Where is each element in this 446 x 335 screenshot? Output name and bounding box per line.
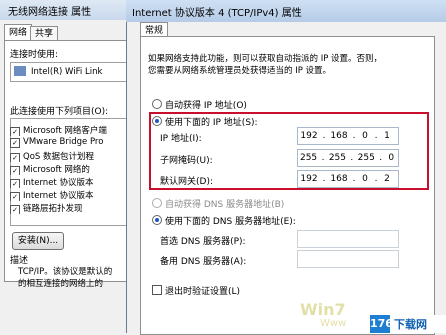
preferred-dns-label: 首选 DNS 服务器(P): [160, 237, 246, 247]
manual-dns-option[interactable]: 使用下面的 DNS 服务器地址(E): [152, 214, 296, 227]
checkbox[interactable]: ✓ [10, 153, 20, 162]
list-item[interactable]: ✓ Microsoft 网络的 [10, 163, 132, 175]
validate-option[interactable]: 退出时验证设置(L) [152, 284, 240, 297]
checkbox[interactable] [152, 285, 162, 295]
item-label: Microsoft 网络客户端 [23, 126, 107, 136]
validate-label: 退出时验证设置(L) [165, 287, 241, 297]
checkbox[interactable]: ✓ [10, 138, 20, 148]
checkbox[interactable]: ✓ [10, 166, 20, 175]
list-item[interactable]: ✓ Internet 协议版本 [10, 189, 132, 201]
ipv4-dialog-title: Internet 协议版本 4 (TCP/IPv4) 属性 [132, 8, 302, 19]
list-item[interactable]: ✓ Microsoft 网络客户端 [10, 124, 132, 136]
radio-button-selected[interactable] [152, 215, 162, 225]
checkbox[interactable]: ✓ [10, 179, 20, 188]
site-logo-text: 下载网 [394, 318, 427, 331]
back-dialog-title: 无线网络连接 属性 [8, 7, 92, 18]
adapter-box: Intel(R) WiFi Link [10, 62, 130, 82]
item-label: Internet 协议版本 [23, 178, 94, 188]
item-label: VMware Bridge Pro [23, 137, 104, 147]
connect-using-label: 连接时使用: [10, 50, 59, 60]
list-item[interactable]: ✓ Internet 协议版本 [10, 176, 132, 188]
tab-sharing[interactable]: 共享 [30, 26, 59, 41]
checkbox[interactable]: ✓ [10, 205, 20, 214]
auto-dns-option[interactable]: 自动获得 DNS 服务器地址(B) [152, 197, 284, 210]
watermark-logo-small: Www [320, 318, 347, 329]
item-label: Microsoft 网络的 [23, 165, 90, 175]
item-label: 链路层拓扑发现 [23, 204, 83, 214]
list-item[interactable]: ✓ QoS 数据包计划程 [10, 150, 132, 162]
description-text-2: 的相互连接的网络上的 [18, 279, 104, 289]
item-label: Internet 协议版本 [23, 191, 94, 201]
auto-dns-label: 自动获得 DNS 服务器地址(B) [165, 200, 285, 210]
watermark-logo: Win7 [300, 300, 346, 319]
checkbox[interactable]: ✓ [10, 192, 20, 201]
auto-ip-option[interactable]: 自动获得 IP 地址(O) [152, 98, 247, 111]
auto-ip-label: 自动获得 IP 地址(O) [165, 101, 247, 111]
preferred-dns-field[interactable] [297, 230, 399, 248]
highlight-box [149, 112, 429, 190]
alternate-dns-field[interactable] [297, 250, 399, 268]
item-label: QoS 数据包计划程 [23, 152, 94, 162]
tab-network[interactable]: 网络 [4, 24, 33, 41]
list-item[interactable]: ✓ 链路层拓扑发现 [10, 202, 132, 214]
alternate-dns-label: 备用 DNS 服务器(A): [160, 257, 247, 267]
radio-button[interactable] [152, 99, 162, 109]
adapter-name: Intel(R) WiFi Link [31, 67, 103, 77]
intro-line-1: 如果网络支持此功能，则可以获取自动指派的 IP 设置。否则， [148, 54, 383, 64]
site-logo-badge: 176 [370, 315, 393, 333]
network-adapter-icon [14, 66, 26, 76]
intro-line-2: 您需要从网络系统管理员处获得适当的 IP 设置。 [148, 66, 332, 76]
manual-dns-label: 使用下面的 DNS 服务器地址(E): [165, 217, 296, 227]
list-item[interactable]: ✓ VMware Bridge Pro [10, 137, 132, 149]
radio-button[interactable] [152, 198, 162, 208]
items-label: 此连接使用下列项目(O): [10, 107, 109, 117]
install-button[interactable]: 安装(N)... [12, 232, 64, 250]
description-text-1: TCP/IP。该协议是默认的 [18, 267, 113, 277]
checkbox[interactable]: ✓ [10, 127, 20, 136]
